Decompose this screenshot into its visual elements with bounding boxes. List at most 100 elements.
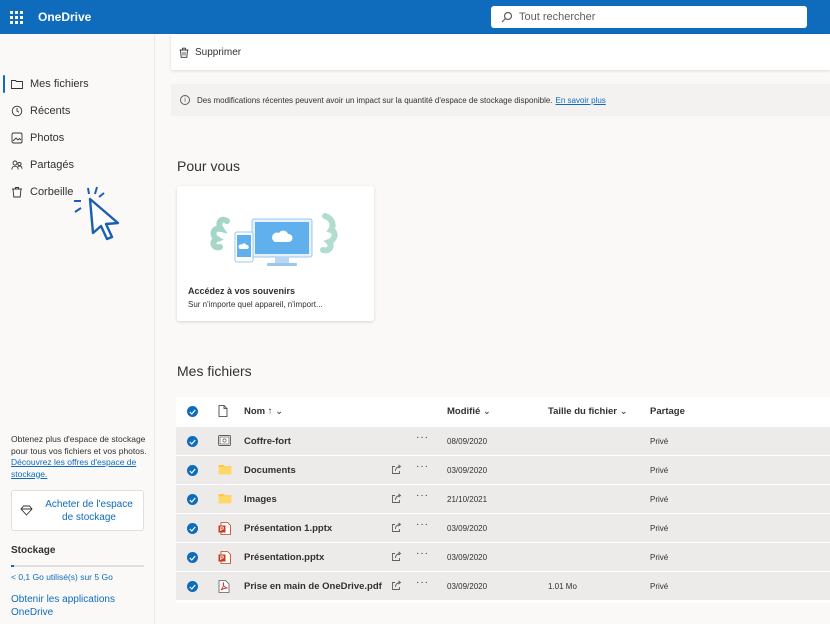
file-sharing: Privé (650, 553, 669, 562)
more-options-icon[interactable]: ··· (416, 432, 429, 443)
file-modified: 03/09/2020 (447, 553, 488, 562)
memories-card[interactable]: Accédez à vos souvenirs Sur n'importe qu… (177, 186, 374, 321)
more-options-icon[interactable]: ··· (416, 548, 429, 559)
delete-button[interactable]: Supprimer (195, 47, 241, 58)
share-icon[interactable] (391, 580, 402, 594)
table-row[interactable]: Images ··· 21/10/2021 Privé (176, 484, 830, 513)
people-icon (11, 160, 23, 170)
card-title: Accédez à vos souvenirs (188, 286, 296, 296)
svg-text:P: P (220, 527, 224, 533)
sidebar-item-recents[interactable]: Récents (0, 100, 155, 122)
row-checkbox[interactable] (187, 581, 198, 592)
folder-icon (218, 493, 232, 507)
file-name[interactable]: Coffre-fort (244, 436, 291, 447)
powerpoint-icon: P (218, 551, 231, 567)
pointer-cursor-icon (74, 186, 120, 241)
share-icon[interactable] (391, 464, 402, 478)
powerpoint-icon: P (218, 522, 231, 538)
recycle-bin-icon (12, 187, 22, 198)
storage-title: Stockage (11, 545, 56, 556)
file-modified: 03/09/2020 (447, 524, 488, 533)
file-name[interactable]: Présentation.pptx (244, 552, 324, 563)
file-modified: 21/10/2021 (447, 495, 488, 504)
column-header-name[interactable]: Nom ↑ ⌄ (244, 406, 283, 417)
file-sharing: Privé (650, 582, 669, 591)
file-sharing: Privé (650, 524, 669, 533)
column-header-sharing[interactable]: Partage (650, 406, 685, 417)
sidebar-item-partages[interactable]: Partagés (0, 154, 155, 176)
file-name[interactable]: Prise en main de OneDrive.pdf (244, 581, 382, 592)
file-sharing: Privé (650, 495, 669, 504)
share-icon[interactable] (391, 551, 402, 565)
table-header: Nom ↑ ⌄ Modifié ⌄ Taille du fichier ⌄ Pa… (176, 397, 830, 426)
sidebar-item-label: Corbeille (30, 186, 74, 198)
image-icon (11, 132, 23, 144)
file-name[interactable]: Images (244, 494, 277, 505)
sidebar: Mes fichiers Récents Photos Partagés Cor… (0, 34, 155, 624)
checkmark-icon (189, 409, 196, 415)
row-checkbox[interactable] (187, 523, 198, 534)
file-modified: 08/09/2020 (447, 437, 488, 446)
row-checkbox[interactable] (187, 436, 198, 447)
table-row[interactable]: Coffre-fort ··· 08/09/2020 Privé (176, 426, 830, 455)
svg-text:P: P (220, 556, 224, 562)
info-icon: i (180, 95, 190, 105)
select-all-checkbox[interactable] (187, 406, 198, 417)
top-bar: OneDrive Tout rechercher (0, 0, 830, 34)
buy-storage-label: Acheter de l'espace de stockage (45, 498, 133, 523)
more-options-icon[interactable]: ··· (416, 577, 429, 588)
storage-progress-fill (11, 565, 14, 567)
for-you-title: Pour vous (177, 158, 241, 174)
more-options-icon[interactable]: ··· (416, 519, 429, 530)
file-sharing: Privé (650, 437, 669, 446)
table-row[interactable]: Prise en main de OneDrive.pdf ··· 03/09/20… (176, 571, 830, 600)
search-input[interactable]: Tout rechercher (491, 6, 807, 28)
info-message: Des modifications récentes peuvent avoir… (197, 95, 553, 105)
column-header-size[interactable]: Taille du fichier ⌄ (548, 406, 628, 417)
more-options-icon[interactable]: ··· (416, 461, 429, 472)
file-modified: 03/09/2020 (447, 466, 488, 475)
folder-icon (11, 80, 23, 89)
sidebar-item-label: Récents (30, 105, 71, 117)
storage-promo: Obtenez plus d'espace de stockage pour t… (11, 434, 147, 480)
command-bar: Supprimer (171, 34, 830, 70)
column-header-modified[interactable]: Modifié ⌄ (447, 406, 491, 417)
table-row[interactable]: P Présentation.pptx ··· 03/09/2020 Privé (176, 542, 830, 571)
search-placeholder: Tout rechercher (519, 11, 596, 23)
devices-illustration (210, 213, 338, 266)
get-apps-link[interactable]: Obtenir les applications OneDrive (11, 593, 131, 619)
folder-icon (218, 464, 232, 478)
file-modified: 03/09/2020 (447, 582, 488, 591)
clock-icon (11, 105, 23, 117)
storage-promo-text: Obtenez plus d'espace de stockage pour t… (11, 434, 147, 456)
app-title[interactable]: OneDrive (38, 10, 91, 24)
file-type-icon (218, 405, 228, 417)
storage-usage-link[interactable]: < 0,1 Go utilisé(s) sur 5 Go (11, 572, 113, 582)
search-icon (501, 11, 513, 23)
pdf-icon (218, 580, 230, 596)
trash-icon[interactable] (179, 47, 189, 58)
row-checkbox[interactable] (187, 465, 198, 476)
file-size: 1.01 Mo (548, 582, 577, 591)
app-launcher-icon[interactable] (0, 0, 32, 34)
table-row[interactable]: P Présentation 1.pptx ··· 03/09/2020 Privé (176, 513, 830, 542)
buy-storage-button[interactable]: Acheter de l'espace de stockage (11, 490, 144, 531)
storage-offers-link[interactable]: Découvrez les offres d'espace de stockag… (11, 457, 147, 480)
storage-progress-bar (11, 565, 144, 567)
more-options-icon[interactable]: ··· (416, 490, 429, 501)
sidebar-item-label: Photos (30, 132, 65, 144)
share-icon[interactable] (391, 493, 402, 507)
sidebar-item-photos[interactable]: Photos (0, 127, 155, 149)
diamond-icon (20, 505, 33, 516)
file-name[interactable]: Documents (244, 465, 296, 476)
sidebar-item-mes-fichiers[interactable]: Mes fichiers (0, 73, 155, 95)
learn-more-link[interactable]: En savoir plus (556, 96, 606, 105)
file-name[interactable]: Présentation 1.pptx (244, 523, 332, 534)
table-row[interactable]: Documents ··· 03/09/2020 Privé (176, 455, 830, 484)
file-sharing: Privé (650, 466, 669, 475)
sidebar-item-label: Mes fichiers (30, 78, 89, 90)
row-checkbox[interactable] (187, 494, 198, 505)
share-icon[interactable] (391, 522, 402, 536)
row-checkbox[interactable] (187, 552, 198, 563)
files-title: Mes fichiers (177, 363, 252, 379)
